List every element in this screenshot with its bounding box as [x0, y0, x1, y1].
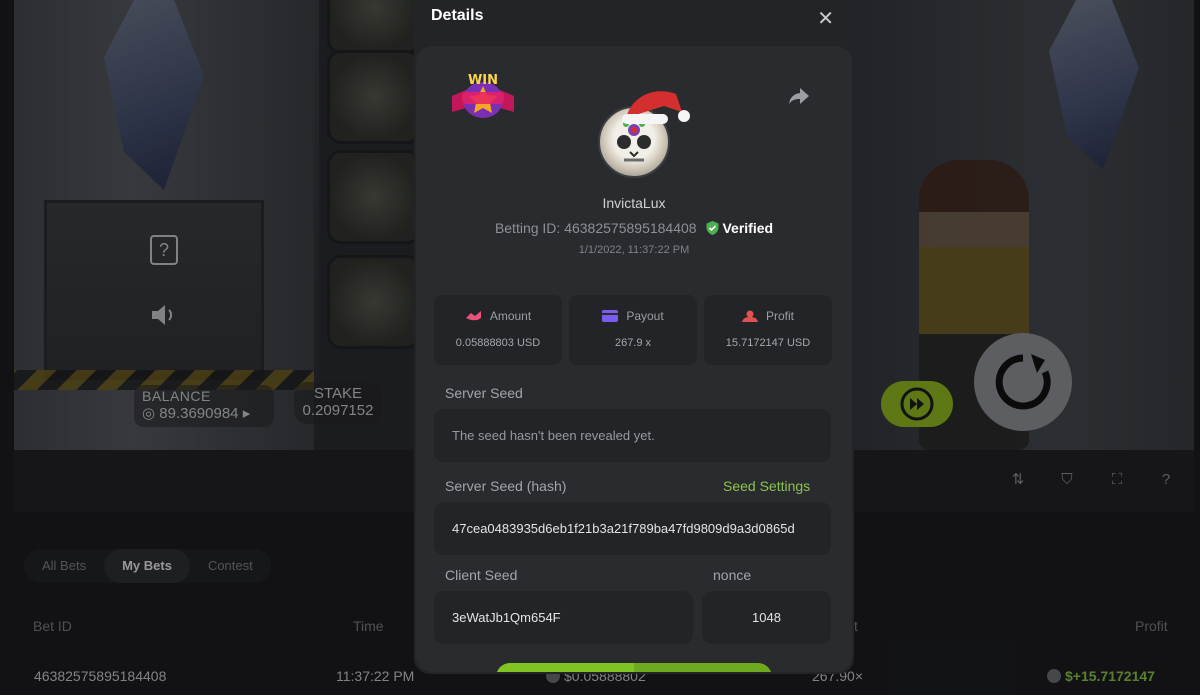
verify-button[interactable] [496, 663, 772, 672]
server-seed-field: The seed hasn't been revealed yet. [434, 409, 831, 462]
verified-shield-icon [706, 221, 719, 235]
close-icon[interactable]: ✕ [817, 6, 834, 31]
stat-profit-header: Profit [704, 309, 832, 323]
payout-icon [602, 310, 619, 322]
stat-amount-value: 0.05888803 USD [455, 337, 541, 349]
betting-id-value: 46382575895184408 [564, 220, 697, 236]
profit-icon [741, 310, 758, 322]
details-modal: Details ✕ WIN InvictaLux Betting ID: 463… [414, 0, 854, 674]
stat-amount-header: Amount [434, 309, 562, 323]
verified-label: Verified [722, 220, 774, 236]
stat-payout-value: 267.9 x [614, 337, 652, 349]
nonce-label: nonce [713, 567, 752, 583]
client-seed-field[interactable]: 3eWatJb1Qm654F [434, 591, 693, 644]
bet-details-card: WIN InvictaLux Betting ID: 4638257589518… [416, 46, 852, 672]
bet-timestamp: 1/1/2022, 11:37:22 PM [578, 244, 690, 256]
stat-payout-label: Payout [626, 309, 664, 323]
betting-id-label: Betting ID: [494, 220, 561, 236]
stat-profit: Profit 15.7172147 USD [704, 295, 832, 365]
modal-title: Details [431, 7, 484, 24]
server-seed-hash-label: Server Seed (hash) [445, 478, 567, 494]
share-icon[interactable] [788, 86, 810, 106]
stat-profit-label: Profit [765, 309, 794, 323]
stat-profit-value: 15.7172147 USD [725, 337, 811, 349]
amount-icon [465, 311, 481, 321]
nonce-field[interactable]: 1048 [702, 591, 831, 644]
username: InvictaLux [602, 195, 666, 211]
stat-amount: Amount 0.05888803 USD [434, 295, 562, 365]
santa-hat-icon [622, 91, 690, 124]
win-badge-icon: WIN [452, 73, 514, 118]
stat-amount-label: Amount [489, 309, 532, 323]
server-seed-label: Server Seed [445, 385, 523, 401]
stat-payout-header: Payout [569, 309, 697, 323]
client-seed-label: Client Seed [445, 567, 518, 583]
betting-id-line: Betting ID: 46382575895184408 Verified [416, 220, 852, 236]
stat-payout: Payout 267.9 x [569, 295, 697, 365]
seed-settings-link[interactable]: Seed Settings [723, 478, 810, 494]
server-seed-hash-field[interactable]: 47cea0483935d6eb1f21b3a21f789ba47fd9809d… [434, 502, 831, 555]
win-badge-text: WIN [468, 73, 498, 88]
